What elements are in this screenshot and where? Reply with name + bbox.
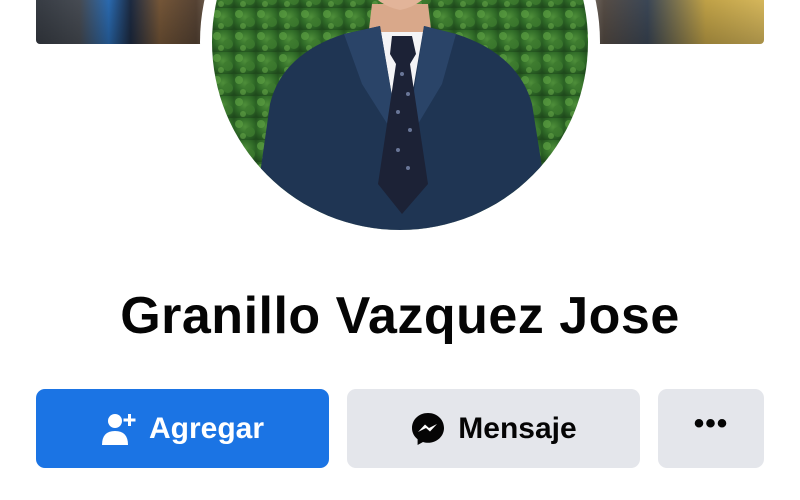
- add-friend-icon: [101, 411, 137, 447]
- more-options-icon: •••: [693, 406, 729, 440]
- messenger-icon: [410, 411, 446, 447]
- profile-header: Granillo Vazquez Jose Agregar Mensaje ••…: [0, 0, 800, 500]
- message-label: Mensaje: [458, 411, 577, 445]
- profile-picture[interactable]: [212, 0, 588, 230]
- more-options-button[interactable]: •••: [658, 389, 764, 468]
- message-button[interactable]: Mensaje: [347, 389, 640, 468]
- profile-picture-image: [212, 0, 588, 230]
- profile-name: Granillo Vazquez Jose: [120, 287, 680, 345]
- add-friend-label: Agregar: [148, 411, 265, 445]
- profile-picture-frame: [200, 0, 600, 242]
- add-friend-button[interactable]: Agregar: [36, 389, 329, 468]
